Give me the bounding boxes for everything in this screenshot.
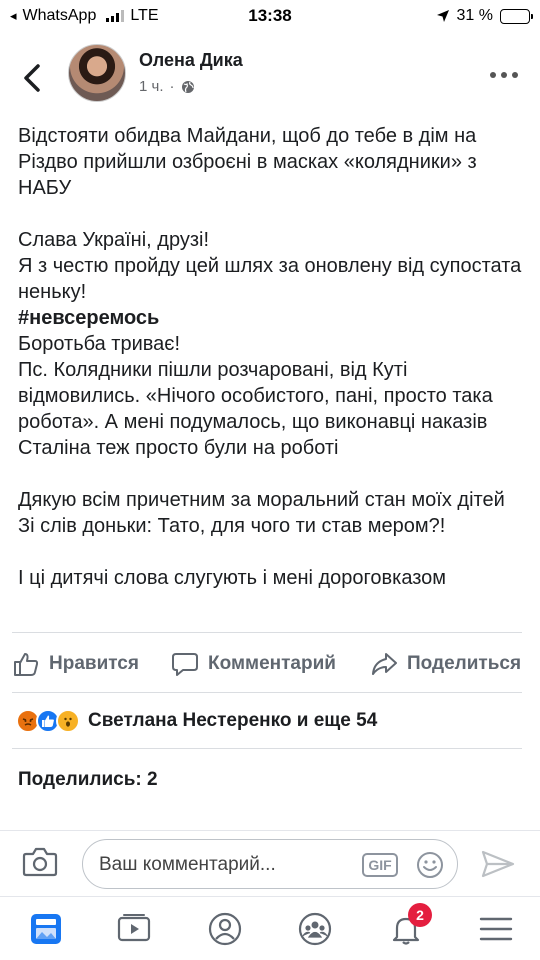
- post-paragraph: [18, 539, 528, 565]
- actions-divider: [12, 632, 522, 633]
- share-icon: [372, 653, 397, 675]
- camera-icon: [22, 847, 58, 877]
- post-paragraph: Я з честю пройду цей шлях за оновлену ві…: [18, 255, 522, 303]
- gif-button[interactable]: GIF: [362, 853, 398, 877]
- reactions-text[interactable]: Светлана Нестеренко и еще 54: [88, 710, 377, 732]
- post-paragraph: Відстояти обидва Майдани, щоб до тебе в …: [18, 125, 477, 199]
- like-label: Нравится: [49, 653, 139, 674]
- globe-icon: [181, 80, 194, 93]
- news-feed-icon: [31, 914, 61, 944]
- post-paragraph: Дякую всім причетним за моральний стан м…: [18, 489, 505, 511]
- post-header: Олена Дика 1 ч. ·: [0, 38, 540, 108]
- shares-divider: [12, 748, 522, 749]
- back-button[interactable]: [18, 58, 48, 98]
- post-paragraph: І ці дитячі слова слугують і мені дорого…: [18, 567, 447, 589]
- tab-news-feed[interactable]: [26, 909, 66, 949]
- groups-icon: [298, 912, 332, 946]
- share-label: Поделиться: [407, 653, 522, 674]
- meta-separator: ·: [169, 78, 175, 95]
- battery-percent: 31 %: [456, 7, 493, 24]
- send-button[interactable]: [480, 849, 516, 884]
- comment-bar: Ваш комментарий... GIF: [0, 830, 540, 896]
- post-body: Відстояти обидва Майдани, щоб до тебе в …: [18, 123, 528, 591]
- tab-watch[interactable]: [114, 909, 154, 949]
- post-time[interactable]: 1 ч.: [139, 78, 164, 95]
- tab-groups[interactable]: [295, 909, 335, 949]
- post-paragraph: [18, 461, 528, 487]
- comment-placeholder: Ваш комментарий...: [99, 854, 276, 875]
- emoji-button[interactable]: [416, 851, 444, 884]
- profile-icon: [208, 912, 242, 946]
- chevron-left-icon: [24, 64, 40, 92]
- location-arrow-icon: [436, 10, 449, 22]
- post-paragraph: Зі слів доньки: Тато, для чого ти став м…: [18, 515, 446, 537]
- post-paragraph: [18, 201, 528, 227]
- post-actions: Нравится Комментарий Поделиться: [0, 644, 540, 684]
- post-paragraph: Слава Україні, друзі!: [18, 229, 210, 251]
- shares-count[interactable]: Поделились: 2: [18, 769, 158, 791]
- bottom-tab-bar: 2: [0, 896, 540, 960]
- share-button[interactable]: Поделиться: [370, 644, 521, 684]
- camera-button[interactable]: [22, 845, 58, 884]
- reactions-divider: [12, 692, 522, 693]
- status-right: 31 %: [436, 7, 533, 25]
- like-button[interactable]: Нравится: [12, 644, 139, 684]
- menu-icon: [479, 917, 513, 941]
- comment-label: Комментарий: [208, 653, 336, 674]
- notifications-badge: 2: [408, 903, 432, 927]
- wow-reaction-icon: [56, 709, 80, 733]
- reactions-summary[interactable]: Светлана Нестеренко и еще 54: [16, 706, 377, 736]
- thumbs-up-icon: [14, 653, 39, 676]
- post-paragraph: Боротьба триває!: [18, 333, 181, 355]
- author-name[interactable]: Олена Дика: [139, 50, 243, 71]
- post-paragraph: Пс. Колядники пішли розчаровані, від Кут…: [18, 359, 493, 459]
- tab-profile[interactable]: [205, 909, 245, 949]
- tab-menu[interactable]: [476, 909, 516, 949]
- comment-input[interactable]: Ваш комментарий... GIF: [82, 839, 458, 889]
- comment-icon: [172, 653, 198, 676]
- comment-button[interactable]: Комментарий: [171, 644, 336, 684]
- status-bar: ◂ WhatsApp LTE 13:38 31 %: [0, 0, 540, 34]
- watch-icon: [117, 914, 151, 942]
- emoji-icon: [417, 852, 443, 878]
- send-icon: [481, 850, 515, 878]
- battery-icon: [500, 8, 533, 24]
- author-avatar[interactable]: [68, 44, 126, 102]
- post-meta: 1 ч. ·: [139, 78, 195, 95]
- more-options-icon[interactable]: [490, 72, 518, 78]
- hashtag-link[interactable]: #невсеремось: [18, 305, 528, 331]
